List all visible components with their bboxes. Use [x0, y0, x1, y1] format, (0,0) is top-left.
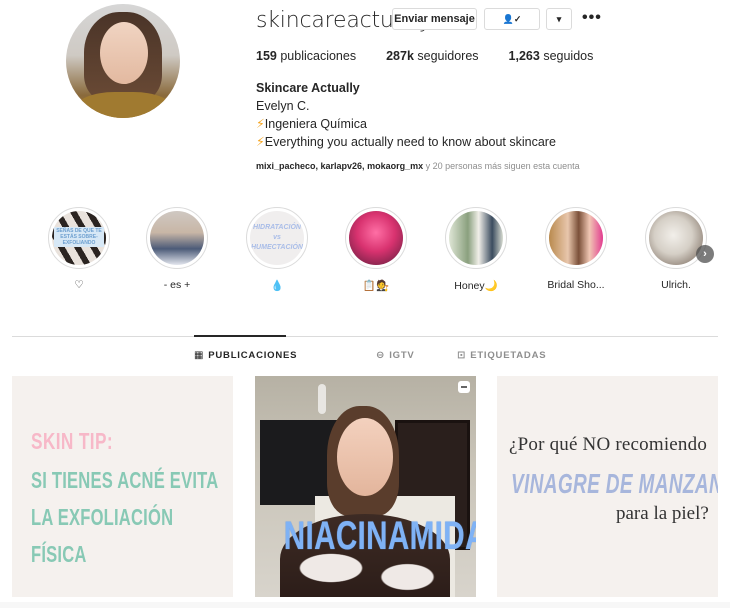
highlight-ring: SEÑAS DE QUE TE ESTÁS SOBRE-EXFOLIANDO — [48, 207, 110, 269]
chevron-down-icon: ▾ — [556, 13, 562, 24]
highlight-ring — [345, 207, 407, 269]
bio-line-2: ⚡Ingeniera Química — [256, 115, 556, 133]
avatar-sweater — [76, 92, 172, 118]
bio-line-3: ⚡Everything you actually need to know ab… — [256, 133, 556, 151]
highlight-cover — [150, 211, 204, 265]
highlight-ring — [146, 207, 208, 269]
posts-count: 159 — [256, 49, 277, 63]
highlight-item[interactable]: 📋🧑‍⚖️ — [341, 207, 411, 292]
profile-avatar[interactable] — [66, 4, 180, 118]
lamp — [318, 384, 326, 414]
avatar-face — [100, 22, 148, 84]
tab-label: PUBLICACIONES — [208, 350, 298, 361]
posts-stat: 159 publicaciones — [256, 49, 356, 63]
highlight-cover-text: SEÑAS DE QUE TE ESTÁS SOBRE-EXFOLIANDO — [54, 227, 104, 247]
post-tile[interactable]: ¿Por qué NO recomiendo VINAGRE DE MANZAN… — [497, 376, 718, 597]
following-label: seguidos — [543, 49, 594, 63]
highlight-item[interactable]: Bridal Sho... — [541, 207, 611, 291]
highlight-label: Honey🌙 — [454, 280, 498, 292]
person-face — [337, 418, 393, 496]
full-name: Skincare Actually — [256, 81, 360, 95]
highlight-label: - es + — [163, 279, 191, 291]
post-line-1: ¿Por qué NO recomiendo — [509, 434, 708, 455]
followed-by-suffix: y 20 personas más siguen esta cuenta — [423, 161, 580, 171]
tab-igtv[interactable]: ⊖ IGTV — [376, 350, 415, 361]
bio-line-1: Evelyn C. — [256, 99, 310, 113]
profile-bio: Skincare Actually Evelyn C. ⚡Ingeniera Q… — [256, 79, 556, 151]
more-options-icon[interactable]: ••• — [582, 9, 602, 27]
story-highlights: SEÑAS DE QUE TE ESTÁS SOBRE-EXFOLIANDO ♡… — [44, 207, 724, 302]
suggested-dropdown-button[interactable]: ▾ — [546, 8, 572, 30]
followers-label: seguidores — [417, 49, 479, 63]
post-title: SKIN TIP: — [31, 428, 113, 454]
followed-by[interactable]: mixi_pacheco, karlapv26, mokaorg_mx y 20… — [256, 161, 580, 171]
send-message-button[interactable]: Enviar mensaje — [392, 8, 477, 30]
highlight-label: ♡ — [74, 279, 84, 291]
highlight-item[interactable]: Honey🌙 — [441, 207, 511, 292]
highlight-ring: HIDRATACIÓN vs HUMECTACIÓN — [246, 207, 308, 269]
tagged-icon: ⊡ — [457, 350, 467, 361]
highlight-label: Bridal Sho... — [547, 279, 605, 291]
highlight-ring — [545, 207, 607, 269]
highlight-cover: HIDRATACIÓN vs HUMECTACIÓN — [250, 211, 304, 265]
highlight-cover — [349, 211, 403, 265]
highlight-label: Ulrich. — [661, 279, 691, 291]
post-text: SI TIENES ACNÉ EVITA LA EXFOLIACIÓN FÍSI… — [31, 467, 218, 567]
post-tile[interactable]: SKIN TIP: SI TIENES ACNÉ EVITA LA EXFOLI… — [12, 376, 233, 597]
tabs-divider — [12, 336, 718, 337]
post-line-2: VINAGRE DE MANZANA — [511, 468, 718, 499]
highlight-item[interactable]: SEÑAS DE QUE TE ESTÁS SOBRE-EXFOLIANDO ♡ — [44, 207, 114, 291]
highlight-cover — [449, 211, 503, 265]
highlight-label: 📋🧑‍⚖️ — [362, 280, 390, 292]
highlight-ring — [445, 207, 507, 269]
tab-publicaciones[interactable]: ▦ PUBLICACIONES — [194, 350, 297, 361]
profile-stats: 159 publicaciones 287k seguidores 1,263 … — [256, 49, 623, 63]
post-text: NIACINAMIDA — [283, 514, 476, 558]
bio-line-3-text: Everything you actually need to know abo… — [264, 135, 556, 149]
lightning-icon: ⚡ — [256, 135, 265, 149]
active-tab-indicator — [194, 335, 286, 337]
posts-label: publicaciones — [280, 49, 357, 63]
highlight-item[interactable]: HIDRATACIÓN vs HUMECTACIÓN 💧 — [242, 207, 312, 292]
tab-label: ETIQUETADAS — [470, 350, 547, 361]
highlight-cover — [549, 211, 603, 265]
highlight-cover — [649, 211, 703, 265]
highlight-cover: SEÑAS DE QUE TE ESTÁS SOBRE-EXFOLIANDO — [52, 211, 106, 265]
following-stat[interactable]: 1,263 seguidos — [509, 49, 594, 63]
tab-label: IGTV — [389, 350, 415, 361]
bio-line-2-text: Ingeniera Química — [264, 117, 367, 131]
followed-by-names: mixi_pacheco, karlapv26, mokaorg_mx — [256, 161, 424, 171]
profile-tabs: ▦ PUBLICACIONES ⊖ IGTV ⊡ ETIQUETADAS — [0, 350, 730, 364]
post-line-3: para la piel? — [616, 503, 709, 524]
page-footer-edge — [0, 602, 730, 608]
lightning-icon: ⚡ — [256, 117, 265, 131]
chevron-right-icon[interactable]: › — [696, 245, 714, 263]
grid-icon: ▦ — [194, 350, 205, 361]
followers-stat[interactable]: 287k seguidores — [386, 49, 478, 63]
following-button[interactable]: 👤✓ — [484, 8, 540, 30]
igtv-icon: ⊖ — [376, 350, 386, 361]
highlight-cover-text: HIDRATACIÓN vs HUMECTACIÓN — [251, 224, 303, 251]
post-tile[interactable]: NIACINAMIDA — [255, 376, 476, 597]
highlight-label: 💧 — [270, 280, 284, 292]
highlight-item[interactable]: - es + — [142, 207, 212, 291]
igtv-badge-icon — [458, 381, 470, 393]
user-check-icon: 👤✓ — [502, 13, 522, 24]
followers-count: 287k — [386, 49, 414, 63]
following-count: 1,263 — [508, 49, 540, 63]
tab-etiquetadas[interactable]: ⊡ ETIQUETADAS — [457, 350, 546, 361]
